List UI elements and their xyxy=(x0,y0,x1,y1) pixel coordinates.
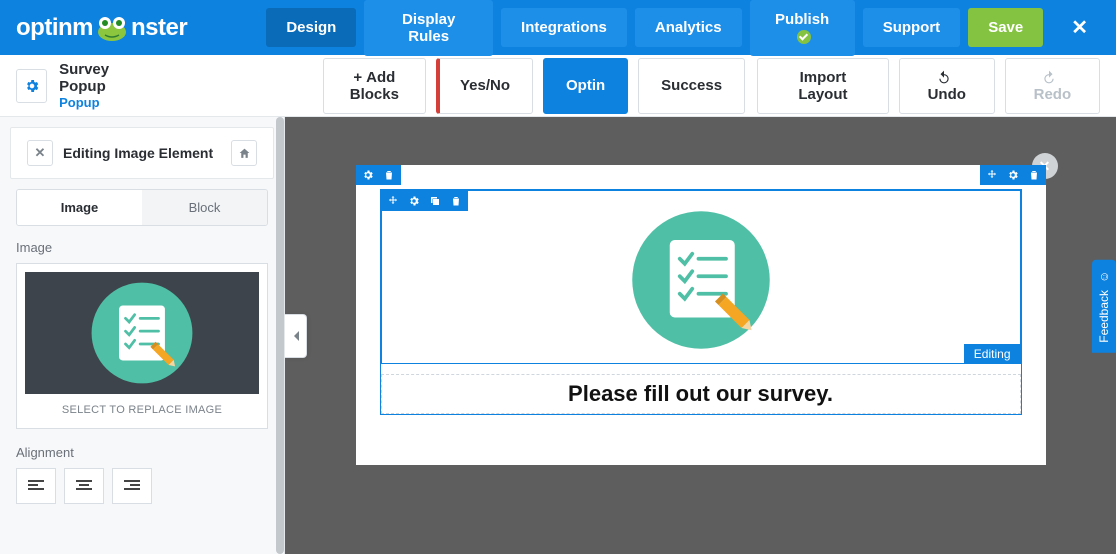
redo-button[interactable]: Redo xyxy=(1005,58,1100,114)
tab-image[interactable]: Image xyxy=(17,190,142,225)
view-yesno-button[interactable]: Yes/No xyxy=(436,58,533,114)
sidebar-header: ✕ Editing Image Element xyxy=(10,127,274,179)
add-blocks-button[interactable]: +Add Blocks xyxy=(323,58,426,114)
chevron-left-icon xyxy=(292,330,300,342)
align-center-button[interactable] xyxy=(64,468,104,504)
sidebar-collapse-button[interactable] xyxy=(285,314,307,358)
redo-icon xyxy=(1042,70,1056,84)
sidebar-title: Editing Image Element xyxy=(63,145,221,161)
nav-support[interactable]: Support xyxy=(863,8,961,47)
campaign-type: Popup xyxy=(59,95,151,110)
column-settings-icon[interactable] xyxy=(361,168,375,182)
logo: optinm nster xyxy=(16,14,187,42)
nav-display-rules[interactable]: Display Rules xyxy=(364,0,493,56)
sidebar-tabs: Image Block xyxy=(16,189,268,226)
check-icon xyxy=(797,30,811,44)
save-button[interactable]: Save xyxy=(968,8,1043,47)
nav-publish[interactable]: Publish xyxy=(750,0,855,56)
image-element-frame[interactable]: Editing xyxy=(381,190,1021,364)
tab-block[interactable]: Block xyxy=(142,190,267,225)
campaign-settings-button[interactable] xyxy=(16,69,47,103)
popup-headline[interactable]: Please fill out our survey. xyxy=(381,374,1021,414)
nav-integrations[interactable]: Integrations xyxy=(501,8,627,47)
editing-badge: Editing xyxy=(964,344,1021,364)
popup-preview: ✕ xyxy=(356,165,1046,465)
image-selector[interactable]: SELECT TO REPLACE IMAGE xyxy=(16,263,268,429)
element-move-icon[interactable] xyxy=(386,194,400,208)
feedback-tab[interactable]: Feedback ☺ xyxy=(1092,260,1116,353)
align-center-icon xyxy=(76,480,92,492)
column-toolbar-left xyxy=(356,165,401,185)
campaign-title-block: Survey Popup Popup xyxy=(16,61,151,110)
alignment-label: Alignment xyxy=(16,445,268,460)
hero-image xyxy=(382,191,1020,363)
align-right-icon xyxy=(124,480,140,492)
column-delete-icon-2[interactable] xyxy=(1027,168,1041,182)
sidebar-home-button[interactable] xyxy=(231,140,257,166)
column-move-icon[interactable] xyxy=(985,168,999,182)
sidebar: ✕ Editing Image Element Image Block Imag… xyxy=(0,117,285,554)
mascot-icon xyxy=(95,15,129,41)
view-success-button[interactable]: Success xyxy=(638,58,745,114)
image-label: Image xyxy=(16,240,268,255)
align-right-button[interactable] xyxy=(112,468,152,504)
nav-close-icon[interactable]: ✕ xyxy=(1059,7,1100,48)
gear-icon xyxy=(24,78,40,94)
align-left-button[interactable] xyxy=(16,468,56,504)
main-area: ✕ Editing Image Element Image Block Imag… xyxy=(0,117,1116,554)
top-nav: optinm nster Design Display Rules Integr… xyxy=(0,0,1116,55)
column-settings-icon-2[interactable] xyxy=(1006,168,1020,182)
element-delete-icon[interactable] xyxy=(449,194,463,208)
element-duplicate-icon[interactable] xyxy=(428,194,442,208)
image-preview xyxy=(25,272,259,394)
undo-icon xyxy=(937,70,951,84)
element-settings-icon[interactable] xyxy=(407,194,421,208)
column-toolbar-right xyxy=(980,165,1046,185)
smile-icon: ☺ xyxy=(1097,271,1111,283)
survey-clipboard-icon-large xyxy=(626,205,776,355)
align-left-icon xyxy=(28,480,44,492)
image-caption: SELECT TO REPLACE IMAGE xyxy=(25,394,259,420)
undo-button[interactable]: Undo xyxy=(899,58,995,114)
import-layout-button[interactable]: Import Layout xyxy=(757,58,889,114)
secondary-bar: Survey Popup Popup +Add Blocks Yes/No Op… xyxy=(0,55,1116,117)
sidebar-scrollbar[interactable] xyxy=(276,117,284,554)
view-optin-button[interactable]: Optin xyxy=(543,58,628,114)
survey-clipboard-icon xyxy=(87,278,197,388)
element-toolbar xyxy=(381,191,468,211)
nav-analytics[interactable]: Analytics xyxy=(635,8,742,47)
campaign-title: Survey Popup xyxy=(59,61,151,95)
home-icon xyxy=(238,147,251,160)
column-delete-icon[interactable] xyxy=(382,168,396,182)
nav-design[interactable]: Design xyxy=(266,8,356,47)
canvas: ✕ xyxy=(285,117,1116,554)
sidebar-close-button[interactable]: ✕ xyxy=(27,140,53,166)
